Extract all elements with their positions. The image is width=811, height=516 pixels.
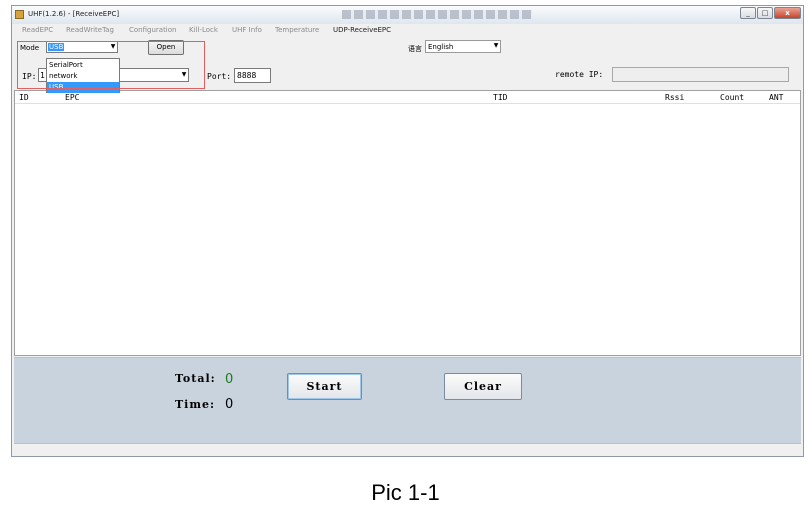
column-header-tid[interactable]: TID <box>493 93 507 102</box>
remote-ip-label: remote IP: <box>555 70 604 79</box>
column-header-epc[interactable]: EPC <box>65 93 79 102</box>
language-selected-value: English <box>428 43 454 51</box>
clear-button[interactable]: Clear <box>444 373 522 400</box>
blurred-title-text <box>342 10 532 19</box>
start-button[interactable]: Start <box>287 373 362 400</box>
minimize-button[interactable]: _ <box>740 7 756 19</box>
column-header-rssi[interactable]: Rssi <box>665 93 684 102</box>
figure-caption: Pic 1-1 <box>371 480 440 505</box>
table-header: ID EPC TID Rssi Count ANT <box>15 91 800 104</box>
title-bar: UHF(1.2.6) - [ReceiveEPC] _ □ x <box>12 6 803 24</box>
port-input[interactable]: 8888 <box>234 68 271 83</box>
highlight-annotation-box <box>17 41 205 89</box>
language-select[interactable]: English ▼ <box>425 40 501 53</box>
time-label: Time: <box>175 398 216 411</box>
close-button[interactable]: x <box>774 7 801 19</box>
control-panel: Total: 0 Time: 0 Start Clear <box>14 357 801 444</box>
status-bar <box>14 443 801 456</box>
window-title: UHF(1.2.6) - [ReceiveEPC] <box>28 10 120 18</box>
tab-readwritetag[interactable]: ReadWriteTag <box>66 26 114 34</box>
column-header-id[interactable]: ID <box>19 93 29 102</box>
tab-uhf-info[interactable]: UHF Info <box>232 26 262 34</box>
total-label: Total: <box>175 372 216 385</box>
port-label: Port: <box>207 72 232 81</box>
tab-kill-lock[interactable]: Kill-Lock <box>189 26 218 34</box>
epc-table[interactable]: ID EPC TID Rssi Count ANT <box>14 90 801 356</box>
tab-temperature[interactable]: Temperature <box>275 26 319 34</box>
remote-ip-input[interactable] <box>612 67 789 82</box>
app-icon <box>15 10 24 19</box>
language-label: 语言 <box>408 45 422 53</box>
time-value: 0 <box>225 397 234 412</box>
tab-readepc[interactable]: ReadEPC <box>22 26 53 34</box>
app-window: UHF(1.2.6) - [ReceiveEPC] _ □ x ReadEPC … <box>11 5 804 457</box>
total-value: 0 <box>225 372 234 387</box>
tab-udp-receiveepc[interactable]: UDP-ReceiveEPC <box>333 26 391 34</box>
maximize-button[interactable]: □ <box>757 7 773 19</box>
column-header-count[interactable]: Count <box>720 93 744 102</box>
tab-configuration[interactable]: Configuration <box>129 26 176 34</box>
chevron-down-icon: ▼ <box>493 42 499 49</box>
column-header-ant[interactable]: ANT <box>769 93 783 102</box>
